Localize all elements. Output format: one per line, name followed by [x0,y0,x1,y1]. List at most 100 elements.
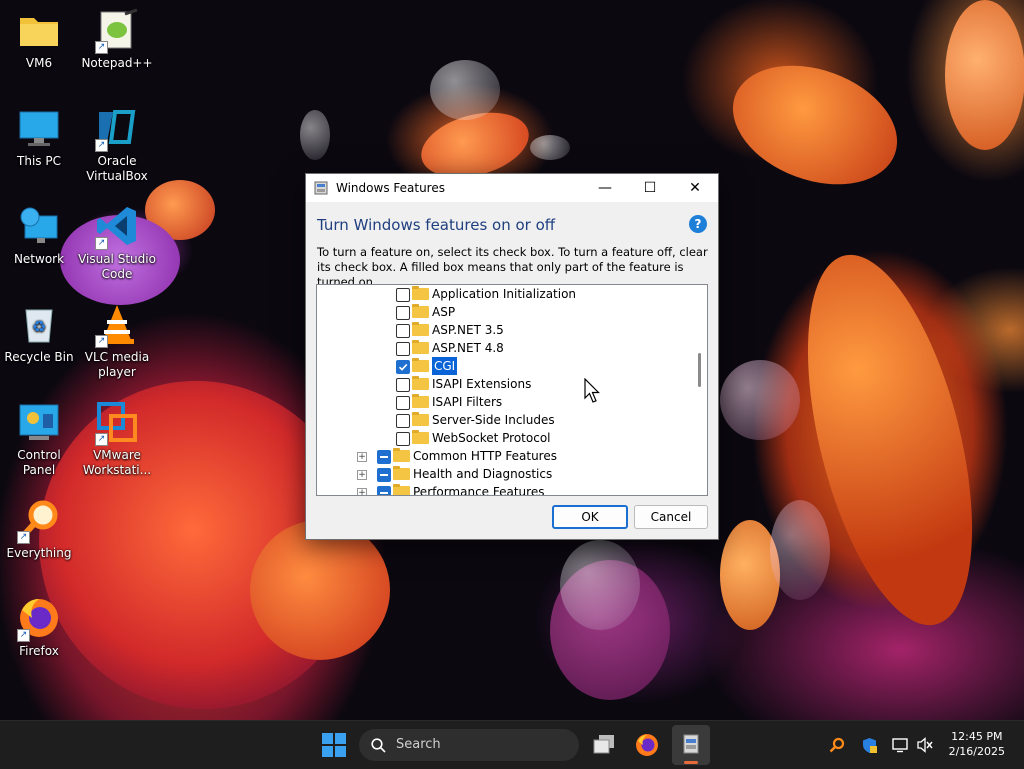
vlc-icon: ↗ [95,302,139,348]
folder-icon [412,286,429,300]
desktop-icon-label-line2: Code [101,267,133,281]
recycle-bin-icon: ♻ [17,302,61,346]
firefox-icon[interactable] [635,733,659,757]
feature-checkbox[interactable] [396,396,410,410]
feature-row[interactable]: ASP.NET 3.5 [317,321,689,339]
feature-checkbox[interactable] [396,360,410,374]
feature-label: CGI [432,357,458,375]
desktop-icon-label: This PC [17,154,61,168]
desktop-icon-label: VM6 [25,56,53,70]
windows-features-dialog: Windows Features — ☐ ✕ Turn Windows feat… [305,173,719,540]
search-placeholder: Search [396,737,441,752]
windows-features-taskbar-button[interactable] [672,725,710,765]
folder-icon [393,484,410,495]
feature-row[interactable]: ASP.NET 4.8 [317,339,689,357]
desktop-icon-recycle-bin[interactable]: ♻ Recycle Bin [0,302,78,365]
network-icon[interactable] [892,737,909,753]
features-tree[interactable]: Application Initialization ASP ASP.NET 3.5… [316,284,708,496]
svg-text:♻: ♻ [32,317,46,336]
control-panel-icon [17,400,61,444]
virtualbox-icon: ↗ [95,106,139,152]
feature-checkbox[interactable] [396,414,410,428]
help-icon[interactable]: ? [689,215,707,233]
window-title: Windows Features [336,181,445,195]
desktop-icon-virtualbox[interactable]: ↗ Oracle VirtualBox [78,106,156,184]
title-bar[interactable]: Windows Features — ☐ ✕ [306,174,718,202]
expand-toggle-icon[interactable]: + [357,470,367,480]
desktop-icon-notepadpp[interactable]: ↗ Notepad++ [78,8,156,71]
feature-label: ASP.NET 4.8 [432,341,504,355]
desktop-icon-vlc[interactable]: ↗ VLC media player [78,302,156,380]
cancel-button[interactable]: Cancel [634,505,708,529]
feature-row[interactable]: CGI [317,357,689,375]
scrollbar-thumb[interactable] [698,353,701,387]
taskbar-search-box[interactable]: Search [359,729,579,761]
feature-checkbox[interactable] [396,306,410,320]
folder-icon [412,430,429,444]
desktop-icon-label: Firefox [19,644,59,658]
close-button[interactable]: ✕ [672,174,718,202]
feature-row[interactable]: Server-Side Includes [317,411,689,429]
feature-checkbox[interactable] [396,432,410,446]
desktop-icon-folder[interactable]: VM6 [0,8,78,71]
maximize-button[interactable]: ☐ [627,174,673,202]
feature-row[interactable]: + Health and Diagnostics [317,465,689,483]
feature-checkbox[interactable] [377,450,391,464]
feature-row[interactable]: ASP [317,303,689,321]
task-view-icon[interactable] [592,734,616,756]
desktop-icon-label-line2: VirtualBox [86,169,148,183]
desktop-icon-control-panel[interactable]: Control Panel [0,400,78,478]
feature-label: ASP.NET 3.5 [432,323,504,337]
ok-button[interactable]: OK [552,505,628,529]
taskbar-clock[interactable]: 12:45 PM 2/16/2025 [949,729,1005,759]
expand-toggle-icon[interactable]: + [357,488,367,495]
desktop-icon-label: Oracle [97,154,137,168]
desktop-icon-label: VLC media [84,350,150,364]
security-icon[interactable] [861,737,878,754]
feature-row[interactable]: WebSocket Protocol [317,429,689,447]
minimize-icon: — [598,180,612,196]
feature-checkbox[interactable] [396,324,410,338]
vertical-scrollbar[interactable] [691,285,707,495]
feature-label: Common HTTP Features [413,449,557,463]
feature-checkbox[interactable] [396,288,410,302]
monitor-icon [17,106,61,150]
feature-row[interactable]: ISAPI Extensions [317,375,689,393]
expand-toggle-icon[interactable]: + [357,452,367,462]
volume-muted-icon[interactable] [917,737,934,753]
feature-label: Application Initialization [432,287,577,301]
feature-row[interactable]: ISAPI Filters [317,393,689,411]
feature-checkbox[interactable] [377,486,391,495]
clock-time: 12:45 PM [951,730,1003,743]
everything-tray-icon[interactable] [829,737,845,753]
feature-checkbox[interactable] [396,342,410,356]
desktop-icon-monitor[interactable]: This PC [0,106,78,169]
folder-icon [412,304,429,318]
feature-row[interactable]: + Common HTTP Features [317,447,689,465]
desktop-icon-firefox[interactable]: ↗ Firefox [0,596,78,659]
folder-icon [412,376,429,390]
feature-label: Performance Features [413,485,545,496]
desktop-icon-network[interactable]: Network [0,204,78,267]
minimize-button[interactable]: — [582,174,628,202]
desktop-icon-vmware[interactable]: ↗ VMware Workstati... [78,400,156,478]
notepadpp-icon: ↗ [95,8,139,54]
checkmark-icon [398,363,408,371]
desktop-icon-everything-search[interactable]: ↗ Everything [0,498,78,561]
search-icon [371,738,386,753]
feature-checkbox[interactable] [396,378,410,392]
feature-row[interactable]: + Performance Features [317,483,689,496]
folder-icon [412,358,429,372]
desktop-icon-vscode[interactable]: ↗ Visual Studio Code [78,204,156,282]
start-icon[interactable] [322,733,346,757]
folder-icon [412,412,429,426]
taskbar: Search 12:45 PM 2/16/2025 [0,720,1024,769]
firefox-icon: ↗ [17,596,61,642]
feature-row[interactable]: Application Initialization [317,285,689,303]
feature-checkbox[interactable] [377,468,391,482]
folder-icon [412,394,429,408]
desktop-icon-label: Visual Studio [78,252,156,266]
desktop-icon-label: Control Panel [17,448,61,477]
folder-icon [17,8,61,52]
desktop-icon-label: VMware [93,448,141,462]
